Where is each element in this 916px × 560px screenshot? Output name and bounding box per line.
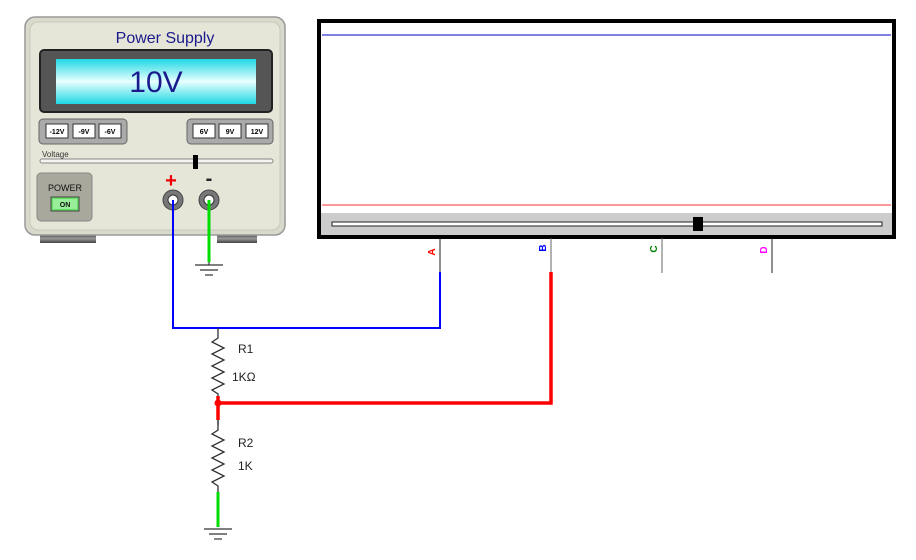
probe-c[interactable]: C	[649, 238, 663, 273]
r2-value: 1K	[238, 459, 253, 473]
svg-text:ON: ON	[60, 202, 71, 209]
time-slider-thumb[interactable]	[693, 217, 703, 231]
svg-text:C: C	[649, 245, 660, 252]
power-supply-title: Power Supply	[116, 30, 215, 47]
preset-9-button[interactable]: 9V	[218, 123, 242, 139]
power-label: POWER	[48, 183, 83, 193]
svg-text:B: B	[538, 244, 549, 251]
preset-12-button[interactable]: 12V	[245, 123, 269, 139]
voltage-slider[interactable]	[39, 158, 274, 164]
plus-label: +	[165, 170, 177, 192]
preset-neg9-button[interactable]: -9V	[72, 123, 96, 139]
probe-d[interactable]: D	[759, 238, 773, 273]
minus-label: -	[206, 168, 213, 190]
power-supply: Power Supply 10V -12V -9V -6V 6V 9V 12V …	[24, 16, 286, 243]
preset-neg6-button[interactable]: -6V	[98, 123, 122, 139]
preset-6-button[interactable]: 6V	[192, 123, 216, 139]
r1-name: R1	[238, 342, 254, 356]
r1-value: 1KΩ	[232, 370, 256, 384]
svg-text:D: D	[759, 246, 770, 253]
probe-a[interactable]: A	[427, 238, 441, 272]
probe-b[interactable]: B	[538, 238, 552, 272]
svg-text:9V: 9V	[226, 129, 235, 136]
svg-text:A: A	[427, 248, 438, 255]
circuit-canvas: Power Supply 10V -12V -9V -6V 6V 9V 12V …	[24, 16, 896, 540]
power-on-button[interactable]: ON	[50, 196, 80, 212]
junction-node	[214, 399, 222, 407]
ground-icon	[195, 262, 223, 276]
svg-text:-12V: -12V	[50, 129, 65, 136]
svg-text:6V: 6V	[200, 129, 209, 136]
ground-icon	[204, 528, 232, 540]
svg-text:12V: 12V	[251, 129, 264, 136]
r2-name: R2	[238, 436, 254, 450]
voltage-slider-thumb[interactable]	[193, 155, 198, 169]
svg-text:-6V: -6V	[105, 129, 116, 136]
resistor-r2[interactable]	[210, 420, 226, 492]
wire-channel-b	[218, 272, 553, 405]
time-slider[interactable]	[331, 221, 883, 227]
voltage-label: Voltage	[42, 150, 69, 159]
svg-text:-9V: -9V	[79, 129, 90, 136]
display-value: 10V	[129, 66, 182, 99]
preset-neg12-button[interactable]: -12V	[45, 123, 69, 139]
oscilloscope: A B C D	[317, 19, 896, 273]
